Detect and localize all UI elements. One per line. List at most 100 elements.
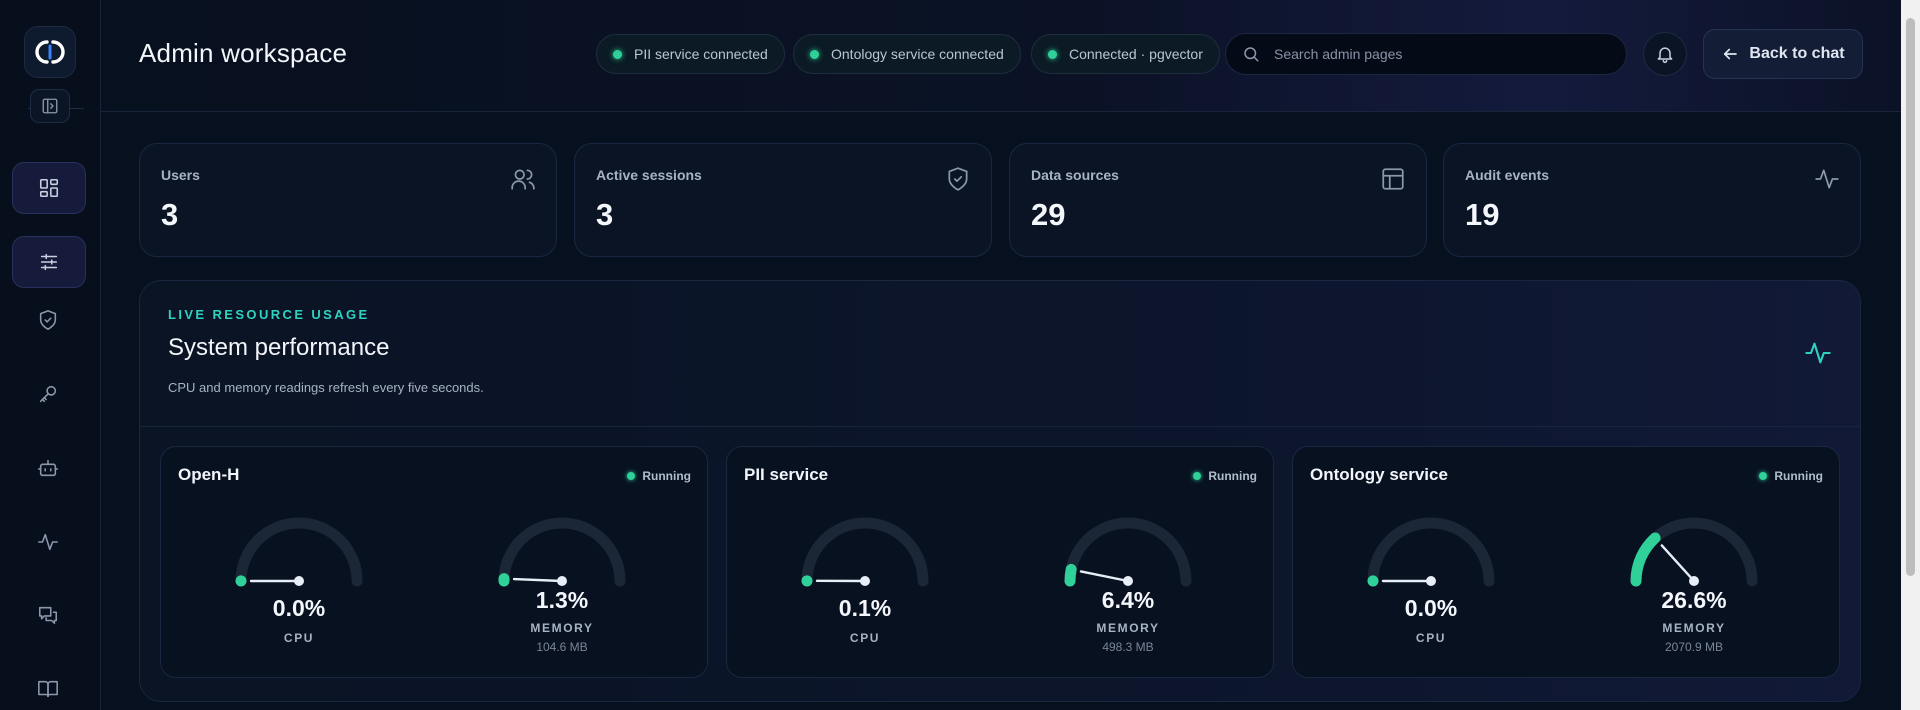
status-dot: [627, 472, 636, 480]
gauge-value: 1.3%: [535, 587, 589, 613]
service-card-pii: PII service Running 0.1% CPU 6.4% MEMORY 49…: [726, 446, 1274, 678]
gauge-dial: [1367, 517, 1495, 587]
sidebar-toggle-button[interactable]: [30, 89, 70, 123]
panel-description: CPU and memory readings refresh every fi…: [168, 380, 484, 395]
gauge-hub: [1123, 576, 1133, 586]
gauge-dial: [498, 517, 626, 587]
stat-label: Active sessions: [596, 167, 702, 183]
status-badge: Running: [1193, 469, 1257, 483]
sidebar-item-agents[interactable]: [12, 443, 84, 493]
logo-icon: [35, 40, 65, 64]
page-scrollbar[interactable]: [1901, 0, 1920, 710]
bot-icon: [38, 459, 58, 477]
arrow-left-icon: [1724, 48, 1738, 60]
gauge-track: [801, 517, 929, 587]
panel-divider: [140, 426, 1860, 427]
gauge-needle: [1079, 570, 1130, 583]
status-pill-database: Connected · pgvector: [1031, 34, 1220, 74]
gauge-value: 6.4%: [1101, 587, 1155, 613]
gauge-label: CPU: [1415, 631, 1447, 645]
status-dot: [613, 49, 622, 59]
stat-value: 3: [161, 197, 179, 232]
stat-card-audit-events[interactable]: Audit events 19: [1443, 143, 1861, 257]
gauge-fill: [1064, 563, 1077, 587]
search-icon: [1244, 47, 1259, 62]
sliders-icon: [40, 253, 58, 271]
stat-icon-wrap: [510, 166, 536, 197]
sidebar-item-security[interactable]: [12, 295, 84, 345]
stat-card-users[interactable]: Users 3: [139, 143, 557, 257]
gauge-dial: [1630, 517, 1758, 587]
stat-value: 19: [1465, 197, 1500, 232]
stat-card-data-sources[interactable]: Data sources 29: [1009, 143, 1427, 257]
sidebar-item-settings[interactable]: [12, 236, 86, 288]
gauge-value: 0.0%: [1404, 595, 1458, 621]
stat-icon-wrap: [945, 166, 971, 197]
cpu-gauge: 0.0% CPU: [1341, 509, 1521, 645]
gauge-dial: [235, 517, 363, 587]
notifications-button[interactable]: [1643, 32, 1687, 76]
back-to-chat-button[interactable]: Back to chat: [1703, 29, 1863, 79]
gauge-value: 0.0%: [272, 595, 326, 621]
gauge-value: 0.1%: [838, 595, 892, 621]
gauge-label: MEMORY: [530, 621, 594, 635]
gauge-label: CPU: [849, 631, 881, 645]
memory-gauge: 1.3% MEMORY 104.6 MB: [472, 509, 652, 654]
stat-label: Audit events: [1465, 167, 1550, 183]
status-label: Running: [1208, 469, 1257, 483]
stat-icon-wrap: [1814, 166, 1840, 197]
stat-label: Data sources: [1031, 167, 1119, 183]
gauge-label: CPU: [283, 631, 315, 645]
gauge-subtext: 2070.9 MB: [1664, 640, 1724, 654]
sidebar-item-docs[interactable]: [12, 664, 84, 710]
search-input[interactable]: [1272, 45, 1606, 63]
sidebar-item-dashboard[interactable]: [12, 162, 86, 214]
status-pill-label: PII service connected: [634, 46, 768, 62]
status-dot: [810, 49, 819, 59]
back-to-chat-label: Back to chat: [1749, 45, 1845, 62]
scrollbar-thumb[interactable]: [1906, 18, 1915, 576]
status-badge: Running: [1759, 469, 1823, 483]
sidebar: [0, 0, 101, 710]
gauge-dial: [801, 517, 929, 587]
status-pill-ontology: Ontology service connected: [793, 34, 1021, 74]
page-title: Admin workspace: [139, 38, 348, 68]
gauge-track: [1630, 517, 1758, 587]
sidebar-item-keys[interactable]: [12, 369, 84, 419]
panel-icon-wrap: [1804, 339, 1832, 372]
memory-gauge: 26.6% MEMORY 2070.9 MB: [1604, 509, 1784, 654]
search-box[interactable]: [1225, 33, 1627, 75]
gauge-hub: [860, 576, 870, 586]
status-dot: [1048, 49, 1057, 59]
status-pill-pii: PII service connected: [596, 34, 785, 74]
panel-toggle-icon: [42, 98, 58, 114]
key-icon: [39, 385, 57, 403]
gauge-track: [235, 517, 363, 587]
stat-icon-wrap: [1380, 166, 1406, 197]
status-dot: [1759, 472, 1768, 480]
gauge-label: MEMORY: [1096, 621, 1160, 635]
top-header: Admin workspace PII service connected On…: [101, 0, 1901, 112]
shield-icon: [39, 310, 57, 330]
system-performance-panel: LIVE RESOURCE USAGE System performance C…: [139, 280, 1861, 702]
gauge-subtext: 104.6 MB: [536, 640, 588, 654]
gauge-fill: [1630, 532, 1661, 587]
service-name: Open-H: [178, 465, 240, 484]
cpu-gauge: 0.0% CPU: [209, 509, 389, 645]
sidebar-item-conversations[interactable]: [12, 590, 84, 640]
status-label: Running: [642, 469, 691, 483]
users-icon: [511, 169, 535, 190]
gauge-hub: [294, 576, 304, 586]
activity-icon: [1815, 169, 1839, 189]
service-card-ontology: Ontology service Running 0.0% CPU 26.6% ME…: [1292, 446, 1840, 678]
stat-label: Users: [161, 167, 200, 183]
app-logo[interactable]: [24, 26, 76, 78]
gauge-value: 26.6%: [1661, 587, 1727, 613]
service-name: PII service: [744, 465, 829, 484]
stat-value: 3: [596, 197, 614, 232]
gauge-track: [1367, 517, 1495, 587]
cpu-gauge: 0.1% CPU: [775, 509, 955, 645]
stat-card-active-sessions[interactable]: Active sessions 3: [574, 143, 992, 257]
sidebar-item-activity[interactable]: [12, 517, 84, 567]
service-card-open-h: Open-H Running 0.0% CPU 1.3% MEMORY 104.6 M…: [160, 446, 708, 678]
